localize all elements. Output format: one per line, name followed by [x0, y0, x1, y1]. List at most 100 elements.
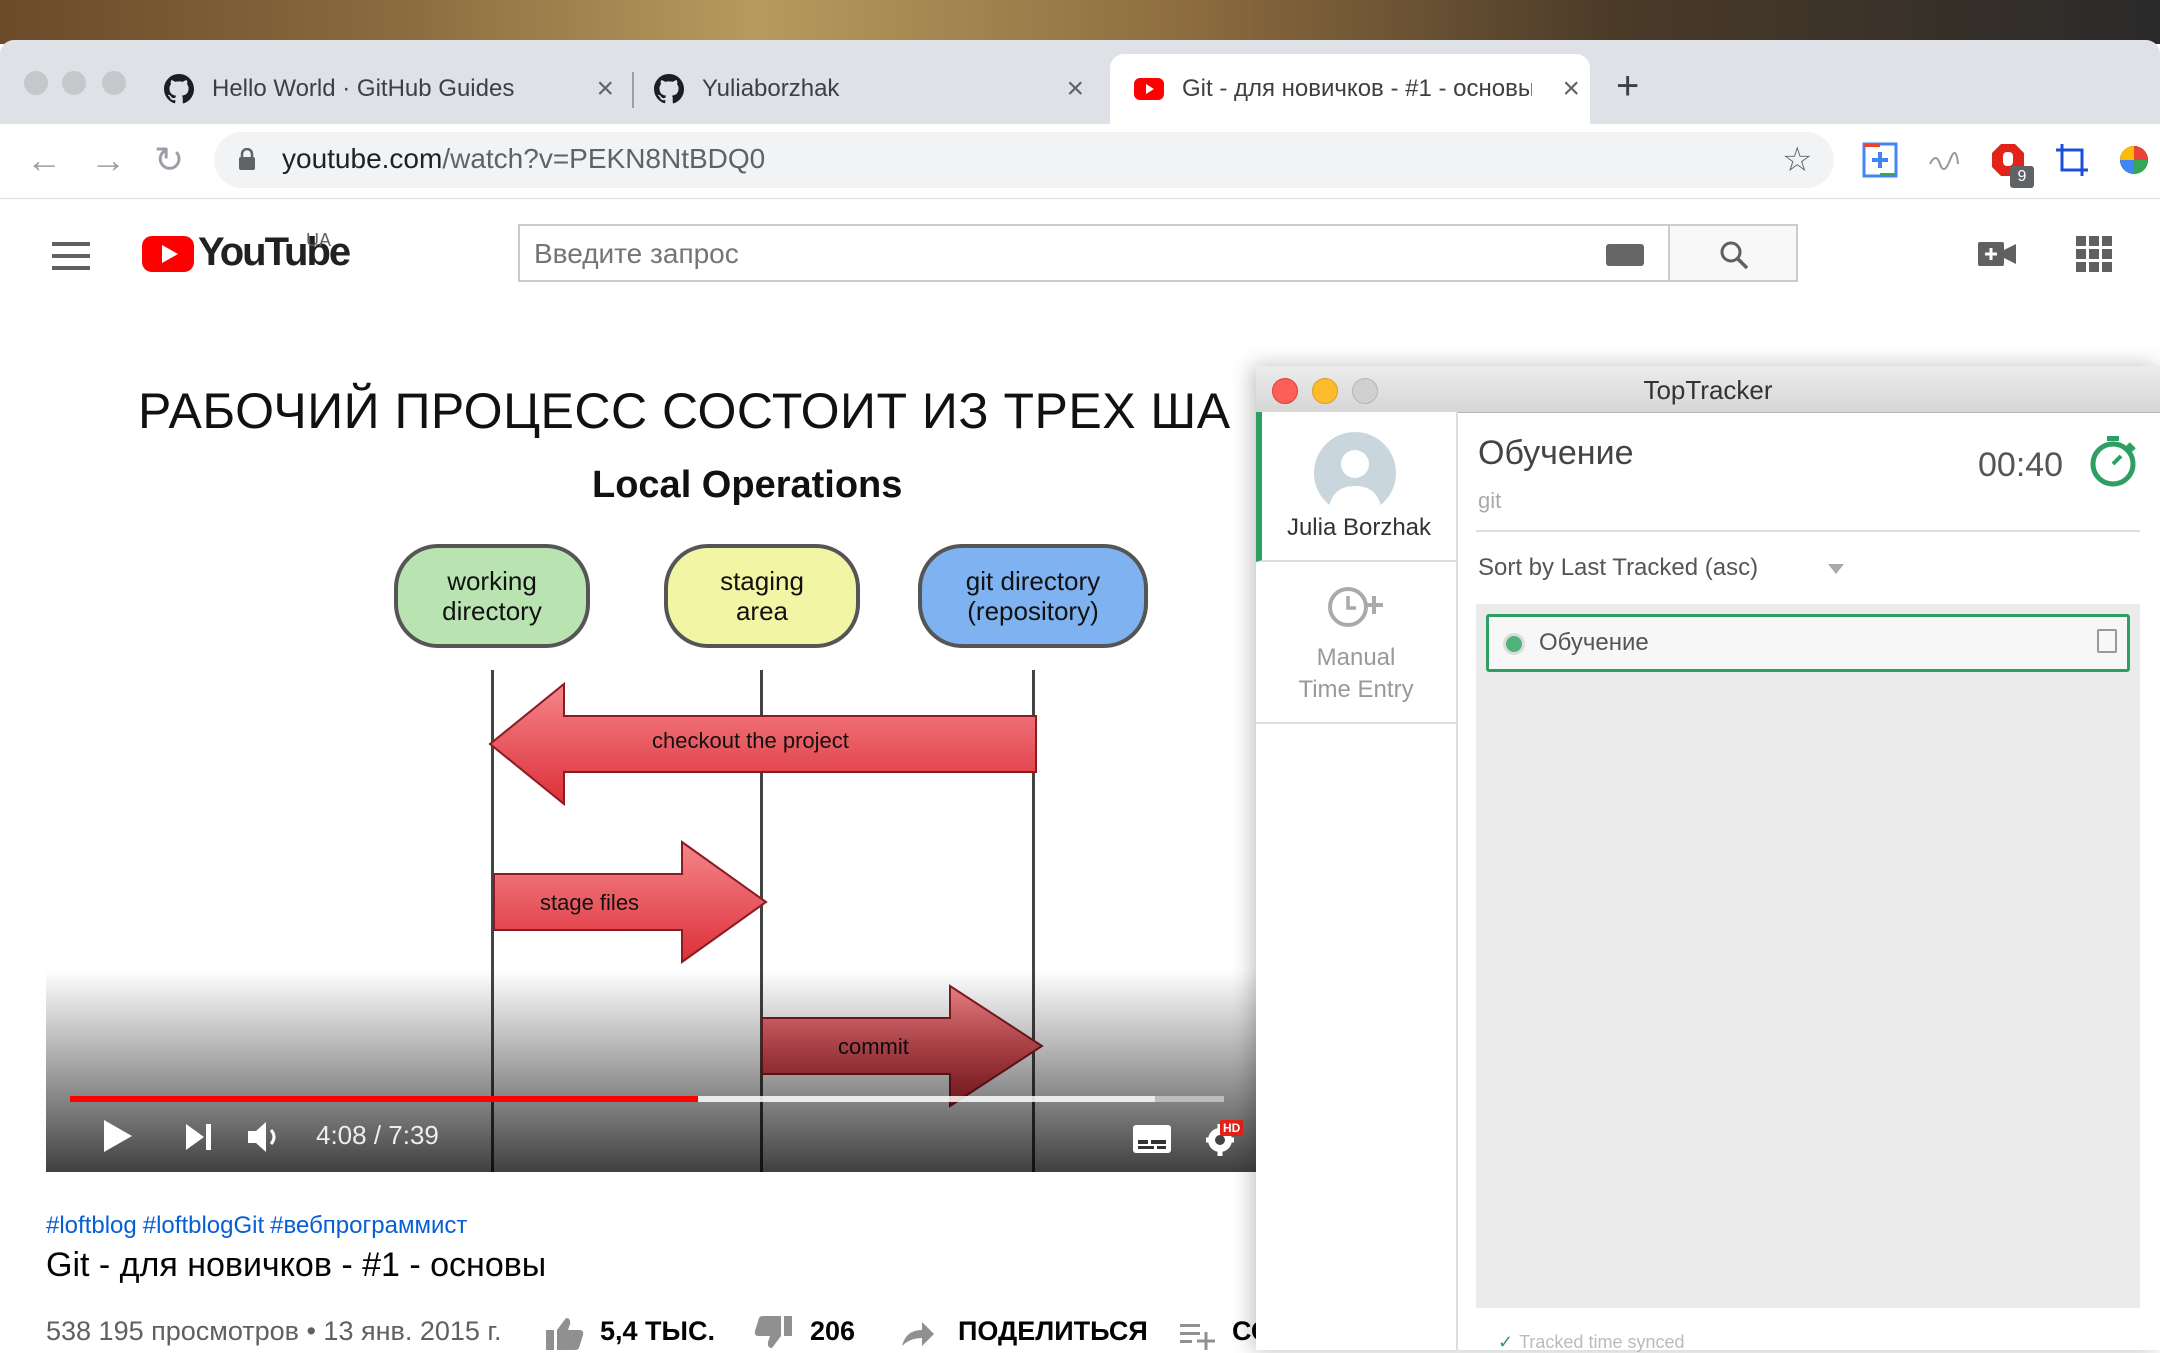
sync-status-text: Tracked time synced	[1519, 1332, 1685, 1352]
hashtag-link[interactable]: #loftblogGit	[143, 1212, 264, 1239]
stopwatch-icon[interactable]	[2088, 434, 2138, 488]
extension-badge: 9	[2010, 166, 2034, 188]
node-line: working	[447, 566, 537, 596]
like-count[interactable]: 5,4 ТЫС.	[600, 1316, 715, 1347]
timer-display: 00:40	[1978, 446, 2064, 484]
window-minimize-button[interactable]	[62, 71, 86, 95]
crop-extension-icon[interactable]	[2054, 142, 2090, 178]
volume-icon[interactable]	[246, 1120, 282, 1154]
color-picker-extension-icon[interactable]	[2116, 142, 2152, 178]
tab-separator	[632, 72, 634, 108]
close-tab-icon[interactable]: ×	[1562, 72, 1580, 106]
keyboard-icon[interactable]	[1606, 244, 1644, 266]
window-close-button[interactable]	[24, 71, 48, 95]
toptracker-title: TopTracker	[1643, 375, 1773, 405]
close-tab-icon[interactable]: ×	[1066, 72, 1084, 106]
task-status-dot	[1503, 633, 1525, 655]
controls-gradient	[46, 970, 1260, 1172]
add-to-playlist-icon[interactable]	[1180, 1322, 1216, 1350]
video-title: Git - для новичков - #1 - основы	[46, 1246, 547, 1284]
next-icon[interactable]	[184, 1122, 214, 1152]
sort-dropdown[interactable]: Sort by Last Tracked (asc)	[1478, 554, 1758, 582]
github-icon	[654, 74, 684, 104]
video-player[interactable]: РАБОЧИЙ ПРОЦЕСС СОСТОИТ ИЗ ТРЕХ ША Local…	[46, 330, 1260, 1172]
bookmark-star-icon[interactable]: ☆	[1782, 140, 1812, 180]
slide-title: РАБОЧИЙ ПРОЦЕСС СОСТОИТ ИЗ ТРЕХ ША	[138, 383, 1231, 439]
close-tab-icon[interactable]: ×	[596, 72, 614, 106]
search-input[interactable]	[520, 226, 1536, 282]
progress-fill	[70, 1096, 698, 1102]
avatar	[1314, 432, 1396, 514]
play-icon[interactable]	[102, 1118, 134, 1154]
node-line: directory	[442, 596, 542, 626]
manual-time-entry-button[interactable]: Manual Time Entry	[1256, 562, 1456, 724]
url-path: /watch?v=PEKN8NtBDQ0	[442, 143, 766, 174]
search-icon	[1720, 241, 1749, 270]
manual-line: Manual	[1316, 644, 1396, 671]
task-item[interactable]: Обучение	[1486, 614, 2130, 672]
user-profile[interactable]: Julia Borzhak	[1256, 412, 1456, 562]
signature-extension-icon[interactable]	[1926, 142, 1962, 178]
reload-icon[interactable]: ↻	[154, 138, 184, 182]
youtube-icon	[1134, 74, 1164, 104]
hashtag-link[interactable]: #вебпрограммист	[270, 1212, 467, 1239]
project-title[interactable]: Обучение	[1478, 434, 1633, 473]
hd-badge: HD	[1220, 1120, 1244, 1136]
lock-icon[interactable]	[238, 148, 256, 170]
menu-icon[interactable]	[52, 242, 90, 278]
browser-tab-hello-world[interactable]: Hello World · GitHub Guides ×	[164, 54, 624, 124]
create-video-icon[interactable]	[1978, 242, 2016, 266]
youtube-logo-icon[interactable]	[142, 236, 194, 272]
share-icon[interactable]	[900, 1320, 936, 1348]
check-icon: ✓	[1498, 1332, 1514, 1352]
task-name: Обучение	[1539, 629, 1649, 656]
dislike-count[interactable]: 206	[810, 1316, 855, 1347]
window-zoom-button[interactable]	[102, 71, 126, 95]
task-list	[1476, 604, 2140, 1308]
github-icon	[164, 74, 194, 104]
search-button[interactable]	[1668, 224, 1798, 282]
forward-arrow-icon[interactable]: →	[90, 138, 126, 182]
clock-plus-icon	[1328, 587, 1383, 627]
region-label: UA	[306, 230, 332, 250]
toptracker-window: TopTracker Julia Borzhak Manual Time Entr…	[1256, 366, 2160, 1352]
divider	[1476, 530, 2140, 532]
node-working-directory: working directory	[394, 544, 590, 648]
node-line: git directory	[965, 566, 1101, 596]
chevron-down-icon[interactable]	[1828, 564, 1844, 574]
back-arrow-icon[interactable]: ←	[26, 138, 62, 182]
browser-tab-youtube-active[interactable]: Git - для новичков - #1 - основы ×	[1110, 54, 1590, 124]
browser-tab-yuliaborzhak[interactable]: Yuliaborzhak ×	[654, 54, 1094, 124]
manual-line: Time Entry	[1298, 676, 1414, 703]
arrow-label: checkout the project	[652, 728, 849, 753]
diagram-title: Local Operations	[592, 464, 903, 506]
subtitles-icon[interactable]	[1132, 1124, 1172, 1154]
hashtags: #loftblog #loftblogGit #вебпрограммист	[46, 1212, 473, 1240]
node-staging-area: staging area	[664, 544, 860, 648]
node-line: area	[735, 596, 789, 626]
project-subtitle: git	[1478, 488, 1502, 513]
new-tab-button[interactable]: +	[1616, 66, 1639, 106]
desktop-wallpaper	[0, 0, 2160, 44]
apps-grid-icon[interactable]	[2076, 236, 2112, 272]
dislike-thumb-icon[interactable]	[754, 1316, 792, 1350]
url-host: youtube.com	[282, 143, 443, 174]
toptracker-sidebar: Julia Borzhak Manual Time Entry	[1256, 412, 1458, 1350]
manual-time-entry-label: Manual Time Entry	[1256, 642, 1456, 706]
tab-title: Hello World · GitHub Guides	[212, 75, 515, 102]
tab-title: Yuliaborzhak	[702, 75, 840, 102]
like-thumb-icon[interactable]	[546, 1316, 584, 1350]
google-keep-extension-icon[interactable]	[1862, 142, 1898, 178]
arrow-label: stage files	[540, 890, 640, 915]
node-line: staging	[720, 566, 804, 596]
view-count-date: 538 195 просмотров • 13 янв. 2015 г.	[46, 1316, 502, 1346]
tab-title: Git - для новичков - #1 - основы	[1182, 75, 1532, 102]
share-button[interactable]: ПОДЕЛИТЬСЯ	[958, 1316, 1148, 1347]
url-text[interactable]: youtube.com/watch?v=PEKN8NtBDQ0	[282, 143, 765, 175]
note-icon[interactable]	[2097, 629, 2117, 653]
user-name: Julia Borzhak	[1286, 514, 1432, 541]
hashtag-link[interactable]: #loftblog	[46, 1212, 137, 1239]
toptracker-main: Обучение git 00:40 Sort by Last Tracked …	[1458, 412, 2160, 1352]
node-line: (repository)	[967, 596, 1099, 626]
node-git-directory: git directory (repository)	[918, 544, 1148, 648]
